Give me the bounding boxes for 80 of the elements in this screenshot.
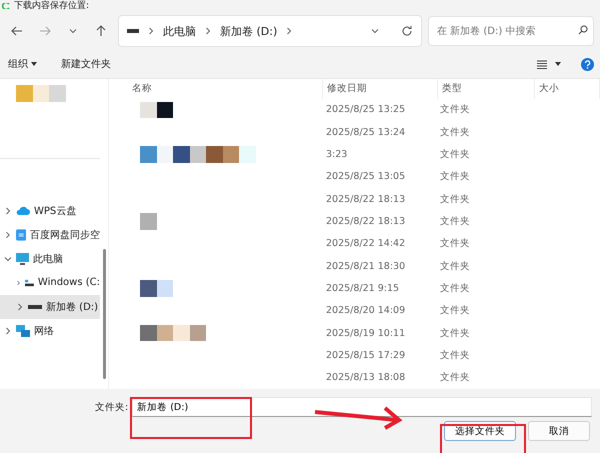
sync-folder-icon xyxy=(16,228,26,240)
column-header[interactable]: 修改日期 xyxy=(323,79,438,99)
select-folder-button[interactable]: 选择文件夹 xyxy=(444,421,516,441)
view-list-icon[interactable] xyxy=(537,60,547,68)
type-cell-text: 文件夹 xyxy=(439,103,471,116)
sidebar-item[interactable]: 网络 xyxy=(0,318,100,342)
dropdown-caret-icon[interactable] xyxy=(555,62,561,66)
separator-icon xyxy=(147,27,155,35)
history-dropdown-icon[interactable] xyxy=(371,27,379,35)
blurred-name-drawing xyxy=(140,280,173,297)
breadcrumb[interactable]: 此电脑 xyxy=(163,24,196,38)
new-folder-button[interactable]: 新建文件夹 xyxy=(59,55,113,73)
blurred-name-drawing xyxy=(140,102,173,118)
type-cell-text: 文件夹 xyxy=(439,126,471,139)
chevron-icon[interactable] xyxy=(16,278,22,286)
date-cell-text: 2025/8/22 18:13 xyxy=(325,194,406,205)
sidebar-item[interactable]: Windows (C: xyxy=(0,270,100,294)
type-cell-text: 文件夹 xyxy=(439,326,471,340)
date-cell-text: 2025/8/22 14:42 xyxy=(325,238,406,250)
date-cell-text: 2025/8/20 14:09 xyxy=(325,305,406,316)
date-cell-text: 2025/8/25 13:25 xyxy=(325,104,406,116)
date-cell-text: 2025/8/25 13:05 xyxy=(325,171,406,182)
type-cell-text: 文件夹 xyxy=(439,349,471,362)
type-cell-text: 文件夹 xyxy=(439,215,471,228)
type-cell-text: 文件夹 xyxy=(439,148,471,162)
date-cell-text: 2025/8/22 18:13 xyxy=(325,216,406,228)
date-cell-text: 2025/8/21 18:30 xyxy=(325,260,406,272)
date-cell-text: 2025/8/15 17:29 xyxy=(325,350,406,362)
folder-label: 文件夹: xyxy=(95,400,128,414)
refresh-icon[interactable] xyxy=(401,25,413,37)
help-icon[interactable] xyxy=(581,58,594,70)
blurred-sidebar-drawing xyxy=(16,85,66,102)
sidebar-item[interactable]: 此电脑 xyxy=(0,246,100,270)
caret-icon xyxy=(31,62,37,66)
up-arrow-icon[interactable] xyxy=(95,25,107,37)
date-cell-text: 2025/8/19 10:11 xyxy=(325,328,406,339)
column-header[interactable]: 名称 xyxy=(128,79,323,99)
network-icon xyxy=(16,324,30,336)
organize-button[interactable]: 组织 xyxy=(6,55,39,73)
separator-icon xyxy=(204,27,212,35)
blurred-name-drawing xyxy=(140,324,206,342)
type-cell-text: 文件夹 xyxy=(439,192,471,206)
type-cell-text: 文件夹 xyxy=(439,304,471,318)
search-icon xyxy=(578,25,588,35)
date-cell-text: 3:23 xyxy=(325,149,348,160)
column-header[interactable]: 类型 xyxy=(438,79,535,99)
separator-icon xyxy=(285,27,294,35)
scrollbar-thumb[interactable] xyxy=(103,249,106,379)
type-cell-text: 文件夹 xyxy=(439,260,471,273)
folder-input[interactable]: 新加卷 (D:) xyxy=(132,397,592,417)
chevron-icon[interactable] xyxy=(16,302,24,310)
window-title: 下载内容保存位置: xyxy=(14,0,90,12)
search-field[interactable]: 在 新加卷 (D:) 中搜索 xyxy=(428,16,594,46)
chevron-icon[interactable] xyxy=(4,206,12,214)
chevron-icon[interactable] xyxy=(4,254,12,262)
sidebar-item[interactable]: 新加卷 (D:) xyxy=(0,294,100,318)
drive-icon xyxy=(127,29,139,33)
drive-icon xyxy=(28,304,42,308)
type-cell-text: 文件夹 xyxy=(439,282,471,296)
type-cell-text: 文件夹 xyxy=(439,170,471,184)
back-arrow-icon[interactable] xyxy=(11,25,23,37)
chevron-down-icon[interactable] xyxy=(69,27,77,35)
sidebar-item[interactable]: WPS云盘 xyxy=(0,198,100,222)
breadcrumb[interactable]: 新加卷 (D:) xyxy=(220,24,278,38)
column-header[interactable]: 大小 xyxy=(535,79,600,99)
drive-icon xyxy=(25,278,34,288)
date-cell-text: 2025/8/25 13:24 xyxy=(325,126,406,138)
address-bar[interactable]: 此电脑 新加卷 (D:) xyxy=(118,15,422,47)
blurred-name-drawing xyxy=(140,213,156,230)
cloud-icon xyxy=(16,206,30,216)
date-cell-text: 2025/8/21 9:15 xyxy=(325,283,400,294)
sidebar-item[interactable]: 百度网盘同步空 xyxy=(0,222,100,246)
chevron-icon[interactable] xyxy=(4,230,12,238)
monitor-icon xyxy=(16,252,29,264)
cancel-button[interactable]: 取消 xyxy=(528,421,590,441)
app-icon xyxy=(2,3,10,9)
type-cell-text: 文件夹 xyxy=(439,371,471,384)
type-cell-text: 文件夹 xyxy=(439,237,471,250)
chevron-icon[interactable] xyxy=(4,326,12,334)
date-cell-text: 2025/8/13 18:08 xyxy=(325,372,406,384)
